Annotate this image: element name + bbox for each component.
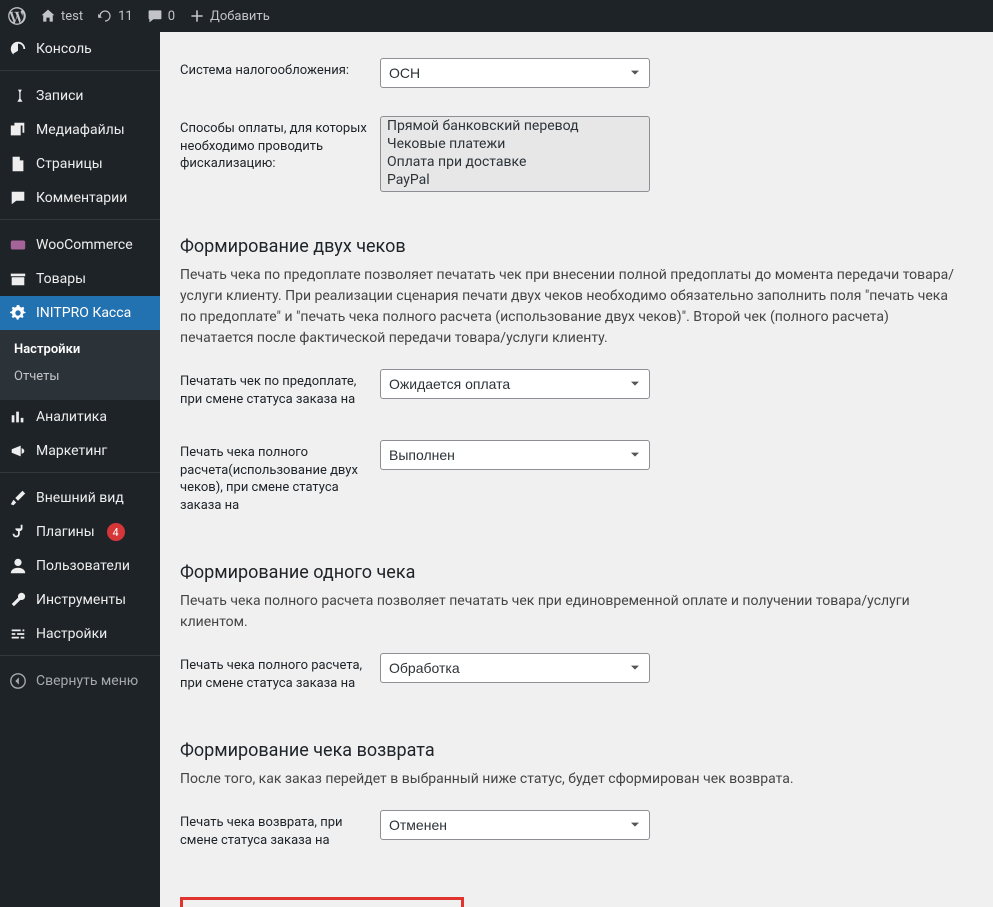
menu-label: Записи [36,88,84,104]
one-check-status-select[interactable]: Обработка [380,653,650,683]
option-cod[interactable]: Оплата при доставке [381,153,649,171]
comment-icon [8,189,28,207]
new-content-link[interactable]: Добавить [189,8,270,24]
menu-label: Свернуть меню [36,673,138,689]
option-paypal[interactable]: PayPal [381,171,649,189]
settings-form: Система налогообложения: ОСН Способы опл… [180,44,973,206]
gear-icon [8,304,28,322]
option-check-payments[interactable]: Чековые платежи [381,135,649,153]
prepay-status-select[interactable]: Ожидается оплата [380,369,650,399]
menu-plugins[interactable]: Плагины 4 [0,515,160,549]
menu-marketing[interactable]: Маркетинг [0,434,160,468]
menu-dashboard[interactable]: Консоль [0,32,160,66]
menu-comments[interactable]: Комментарии [0,181,160,215]
menu-woocommerce[interactable]: WooCommerce [0,228,160,262]
menu-appearance[interactable]: Внешний вид [0,481,160,515]
tax-system-label: Система налогообложения: [180,44,380,102]
menu-label: Маркетинг [36,443,107,459]
refund-status-select[interactable]: Отменен [380,810,650,840]
content-area: Система налогообложения: ОСН Способы опл… [160,32,993,907]
menu-label: Внешний вид [36,490,124,506]
submenu-initpro: Настройки Отчеты [0,330,160,400]
comments-link[interactable]: 0 [147,8,175,24]
menu-posts[interactable]: Записи [0,79,160,113]
payment-methods-label: Способы оплаты, для которых необходимо п… [180,102,380,206]
updates-count: 11 [118,9,133,24]
option-bank-transfer[interactable]: Прямой банковский перевод [381,117,649,135]
save-highlight-box: Сохранить [180,897,464,907]
menu-settings[interactable]: Настройки [0,617,160,651]
one-check-description: Печать чека полного расчета позволяет пе… [180,591,960,633]
site-name: test [61,9,83,24]
two-checks-description: Печать чека по предоплате позволяет печа… [180,265,960,349]
full-status-label: Печать чека полного расчета(использовани… [180,426,380,532]
one-check-status-label: Печать чека полного расчета, при смене с… [180,639,380,710]
comments-count: 0 [168,9,175,24]
comments-icon [147,8,163,24]
megaphone-icon [8,442,28,460]
refund-heading: Формирование чека возврата [180,740,973,761]
menu-media[interactable]: Медиафайлы [0,113,160,147]
menu-users[interactable]: Пользователи [0,549,160,583]
tax-system-select[interactable]: ОСН [380,58,650,88]
menu-collapse[interactable]: Свернуть меню [0,664,160,698]
submenu-settings[interactable]: Настройки [0,336,160,363]
menu-initpro[interactable]: INITPRO Касса [0,296,160,330]
menu-label: Консоль [36,41,92,57]
menu-separator [0,219,160,224]
menu-label: INITPRO Касса [36,305,131,321]
two-checks-heading: Формирование двух чеков [180,236,973,257]
archive-icon [8,270,28,288]
plugins-badge: 4 [107,523,125,541]
menu-label: Настройки [36,626,107,642]
home-icon [40,8,56,24]
menu-pages[interactable]: Страницы [0,147,160,181]
user-icon [8,557,28,575]
plug-icon [8,523,28,541]
brush-icon [8,489,28,507]
chart-bar-icon [8,408,28,426]
menu-tools[interactable]: Инструменты [0,583,160,617]
wordpress-icon [8,7,26,25]
prepay-status-label: Печатать чек по предоплате, при смене ст… [180,355,380,426]
woocommerce-icon [8,236,28,254]
menu-label: WooCommerce [36,237,133,253]
menu-products[interactable]: Товары [0,262,160,296]
menu-label: Аналитика [36,409,107,425]
menu-separator [0,655,160,660]
updates-icon [97,8,113,24]
new-label: Добавить [210,9,270,24]
menu-separator [0,70,160,75]
site-link[interactable]: test [40,8,83,24]
menu-label: Инструменты [36,592,126,608]
admin-toolbar: test 11 0 Добавить [0,0,993,32]
wp-logo[interactable] [8,7,26,25]
menu-separator [0,472,160,477]
plus-icon [189,8,205,24]
menu-label: Плагины [36,524,95,540]
admin-menu: Консоль Записи Медиафайлы Страницы Комме… [0,32,160,907]
one-check-heading: Формирование одного чека [180,562,973,583]
payment-methods-multiselect[interactable]: Прямой банковский перевод Чековые платеж… [380,116,650,192]
menu-analytics[interactable]: Аналитика [0,400,160,434]
full-status-select[interactable]: Выполнен [380,440,650,470]
menu-label: Комментарии [36,190,127,206]
updates-link[interactable]: 11 [97,8,133,24]
dashboard-icon [8,40,28,58]
pages-icon [8,155,28,173]
collapse-icon [8,672,28,690]
menu-label: Медиафайлы [36,122,125,138]
sliders-icon [8,625,28,643]
menu-label: Страницы [36,156,103,172]
media-icon [8,121,28,139]
menu-label: Товары [36,271,86,287]
menu-label: Пользователи [36,558,130,574]
pin-icon [8,87,28,105]
submenu-reports[interactable]: Отчеты [0,363,160,390]
wrench-icon [8,591,28,609]
refund-status-label: Печать чека возврата, при смене статуса … [180,796,380,867]
refund-description: После того, как заказ перейдет в выбранн… [180,769,960,790]
